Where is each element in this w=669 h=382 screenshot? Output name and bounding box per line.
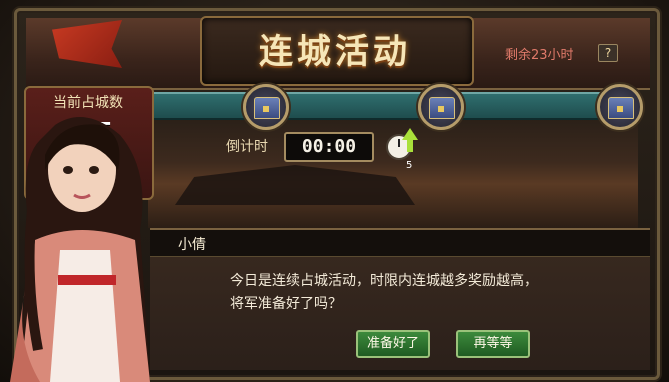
countdown-label: 倒计时: [226, 139, 268, 155]
dialog-message: 今日是连续占城活动，时限内连城越多奖励越高， 将军准备好了吗？: [230, 270, 600, 316]
treasure-chest-icon[interactable]: [243, 84, 289, 130]
speaker-bar: [150, 230, 650, 257]
dialog-line: 将军准备好了吗？: [230, 296, 342, 312]
remaining-time: 剩余23小时: [505, 48, 574, 63]
help-button[interactable]: ?: [598, 44, 618, 62]
green-up-arrow-icon: [402, 128, 418, 140]
treasure-chest-icon[interactable]: [418, 84, 464, 130]
countdown-timer: 00:00: [284, 132, 374, 162]
character-portrait: [10, 117, 150, 382]
progress-track: [148, 92, 638, 120]
treasure-chest-icon[interactable]: [597, 84, 643, 130]
speaker-name: 小倩: [178, 237, 206, 253]
arrow-stem: [407, 140, 413, 152]
chest-lock: [617, 106, 623, 112]
chest-lock: [263, 106, 269, 112]
wait-button[interactable]: 再等等: [456, 330, 530, 358]
chest-lock: [438, 106, 444, 112]
page-title: 连城活动: [259, 32, 411, 72]
ready-button[interactable]: 准备好了: [356, 330, 430, 358]
event-window: 连城活动 剩余23小时 ? 当前占城数 0/25 10 倒计时 00:00 5 …: [0, 0, 669, 382]
countdown-bonus: 5: [406, 160, 413, 171]
dialog-line: 今日是连续占城活动，时限内连城越多奖励越高，: [230, 273, 538, 289]
